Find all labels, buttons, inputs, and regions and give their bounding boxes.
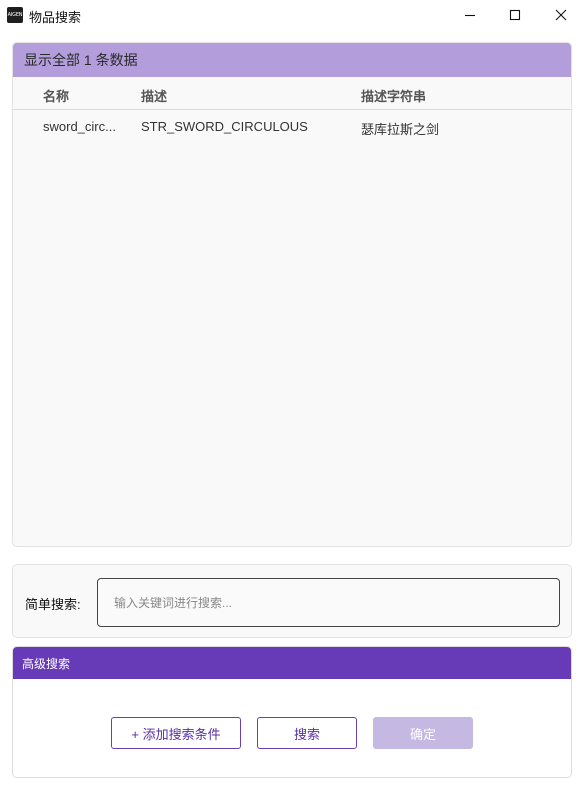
window-title: 物品搜索 [29,10,82,25]
cell-desc-string: 瑟库拉斯之剑 [361,122,440,137]
confirm-button[interactable]: 确定 [373,717,473,749]
column-header-desc-string[interactable]: 描述字符串 [361,86,426,105]
simple-search-label: 简单搜索: [25,597,81,612]
column-header-desc[interactable]: 描述 [141,86,167,105]
cell-name: sword_circ... [43,119,116,134]
simple-search-panel: 简单搜索: [12,564,572,638]
minimize-icon [465,14,475,17]
minimize-button[interactable] [447,0,493,30]
maximize-icon [509,9,521,21]
table-header: 名称 描述 描述字符串 [13,77,571,110]
app-icon: AIGEN [7,7,23,23]
table-row[interactable]: sword_circ... STR_SWORD_CIRCULOUS 瑟库拉斯之剑 [13,110,571,144]
results-panel: 显示全部 1 条数据 名称 描述 描述字符串 sword_circ... STR… [12,42,572,547]
search-input[interactable] [97,578,560,627]
results-count-header: 显示全部 1 条数据 [13,43,571,77]
title-bar: AIGEN 物品搜索 [0,0,584,30]
add-condition-button[interactable]: + 添加搜索条件 [111,717,241,749]
close-button[interactable] [538,0,584,30]
advanced-search-header: 高级搜索 [13,647,571,679]
app-icon-text: AIGEN [7,11,23,18]
cell-desc: STR_SWORD_CIRCULOUS [141,119,308,134]
search-button[interactable]: 搜索 [257,717,357,749]
close-icon [555,9,567,21]
column-header-name[interactable]: 名称 [43,86,69,105]
maximize-button[interactable] [492,0,538,30]
advanced-search-panel: 高级搜索 + 添加搜索条件 搜索 确定 [12,646,572,778]
